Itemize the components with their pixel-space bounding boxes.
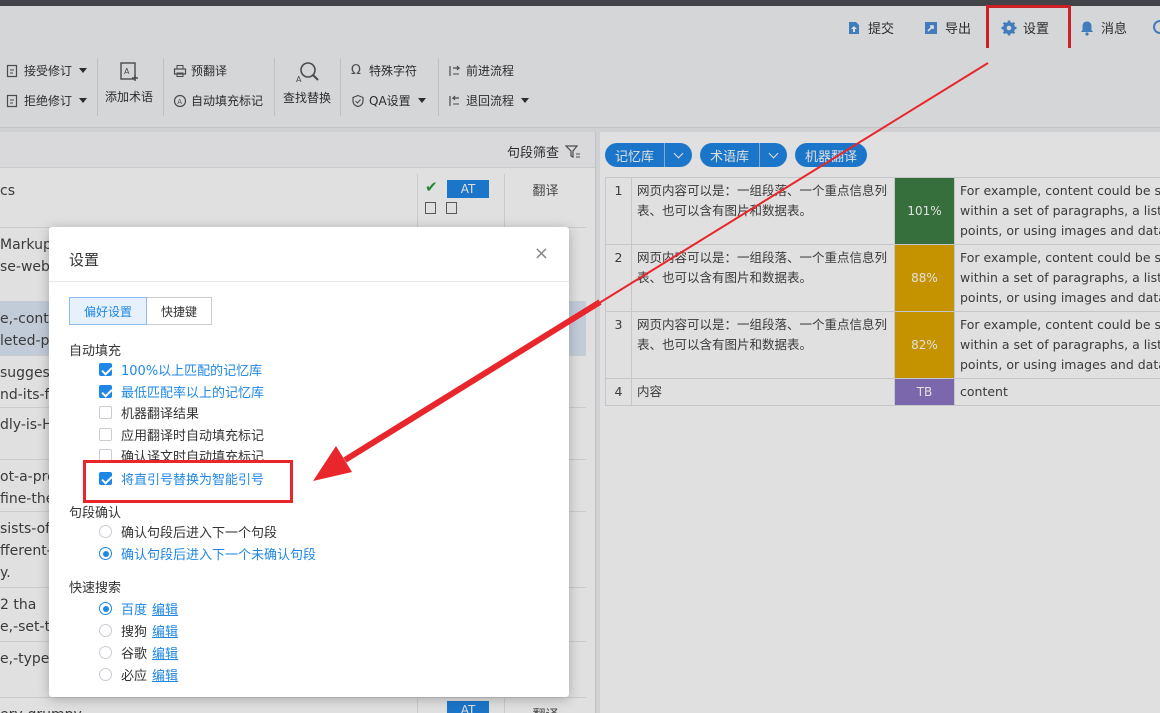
arrow-head: [313, 446, 352, 481]
annotation-arrow: [313, 62, 989, 481]
arrow-shaft-thick: [343, 299, 602, 463]
